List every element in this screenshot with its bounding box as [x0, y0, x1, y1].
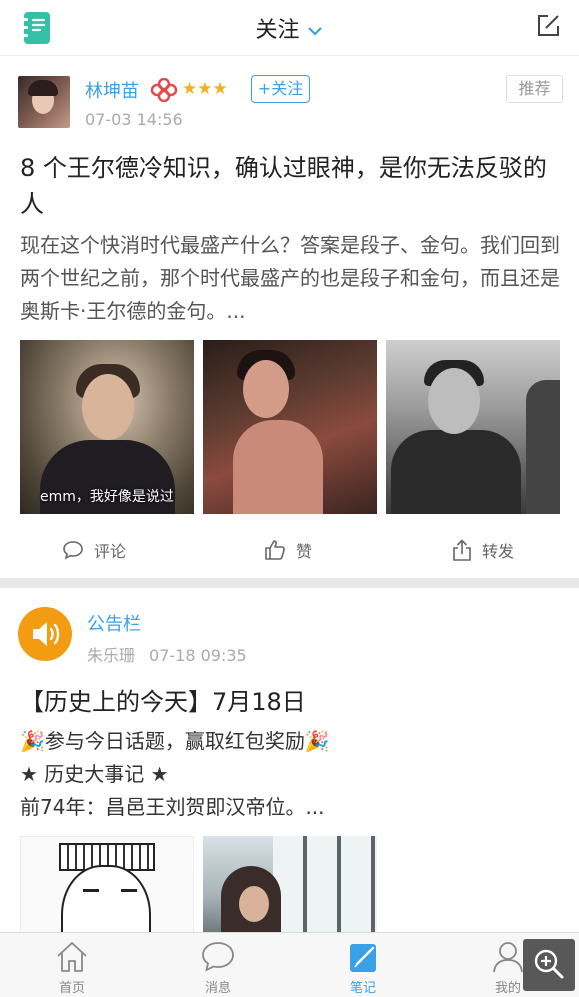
announcement-avatar[interactable] [18, 607, 72, 661]
recommend-button[interactable]: 推荐 [506, 75, 563, 103]
tab-label: 首页 [58, 981, 85, 996]
image-figure-head [82, 374, 134, 440]
note-icon [350, 944, 376, 972]
post-meta: 朱乐珊 07-18 09:35 [87, 642, 247, 666]
image-sketch-eye [83, 889, 99, 895]
sub-author[interactable]: 朱乐珊 [87, 646, 135, 665]
post-image-4[interactable] [20, 836, 194, 936]
speaker-icon [33, 622, 60, 646]
comment-icon [63, 541, 83, 560]
rating-stars: ★★★ [182, 79, 228, 99]
post-image-5[interactable] [203, 836, 377, 936]
home-icon [57, 942, 87, 972]
zoom-button[interactable] [523, 939, 575, 991]
image-figure-head [428, 368, 480, 434]
image-window [273, 836, 377, 936]
avatar-hair [28, 80, 58, 96]
post-excerpt[interactable]: 现在这个快消时代最盛产什么？答案是段子、金句。我们回到两个世纪之前，那个时代最盛… [20, 229, 565, 328]
post-time: 07-18 09:35 [149, 646, 247, 665]
tab-label: 我的 [494, 981, 521, 996]
tab-messages[interactable]: 消息 [178, 939, 258, 996]
post-time: 07-03 14:56 [85, 110, 183, 129]
flower-badge-icon [150, 78, 178, 102]
comment-button[interactable]: 评论 [62, 538, 126, 566]
edit-icon[interactable] [535, 13, 561, 39]
excerpt-line: 前74年：昌邑王刘贺即汉帝位。... [20, 795, 325, 819]
image-sketch-eye [121, 889, 137, 895]
like-button[interactable]: 赞 [264, 538, 312, 566]
chat-bubble-icon [202, 942, 234, 972]
tab-label: 笔记 [349, 981, 376, 996]
image-sketch-face [61, 865, 151, 935]
author-name[interactable]: 公告栏 [87, 610, 141, 636]
thumbs-up-icon [265, 540, 285, 560]
share-button[interactable]: 转发 [452, 538, 514, 566]
page-title: 关注 [255, 18, 300, 43]
post-excerpt[interactable]: 🎉参与今日话题，赢取红包奖励🎉 ★ 历史大事记 ★ 前74年：昌邑王刘贺即汉帝位… [20, 725, 565, 824]
avatar[interactable] [18, 76, 70, 128]
image-caption: emm，我好像是说过 [40, 489, 174, 505]
share-icon [453, 539, 471, 561]
like-label: 赞 [296, 542, 313, 561]
excerpt-line: ★ 历史大事记 ★ [20, 762, 169, 786]
share-label: 转发 [482, 542, 515, 561]
top-header: 关注 [0, 0, 579, 56]
section-divider [0, 578, 579, 588]
post-title[interactable]: 8 个王尔德冷知识，确认过眼神，是你无法反驳的人 [20, 150, 565, 222]
image-figure-background [526, 380, 560, 514]
chevron-down-icon [307, 27, 322, 36]
post-image-3[interactable] [386, 340, 560, 514]
excerpt-line: 🎉参与今日话题，赢取红包奖励🎉 [20, 729, 330, 753]
feed-selector[interactable]: 关注 [0, 12, 579, 44]
user-icon [493, 942, 523, 973]
post-title[interactable]: 【历史上的今天】7月18日 [20, 682, 306, 717]
post-image-2[interactable] [203, 340, 377, 514]
image-figure-body [233, 420, 323, 514]
zoom-in-icon [534, 949, 564, 979]
author-name[interactable]: 林坤苗 [85, 77, 139, 103]
tab-home[interactable]: 首页 [32, 939, 112, 996]
tab-label: 消息 [204, 981, 231, 996]
image-figure-head [243, 360, 289, 418]
tab-notes[interactable]: 笔记 [323, 939, 403, 996]
image-figure-shirt [391, 430, 521, 514]
follow-button[interactable]: +关注 [251, 75, 310, 103]
comment-label: 评论 [94, 542, 127, 561]
image-figure-head [239, 886, 269, 922]
post-actions: 评论 赞 转发 [0, 534, 579, 570]
bottom-tab-bar: 首页 消息 笔记 我的 [0, 932, 579, 997]
post-image-1[interactable]: emm，我好像是说过 [20, 340, 194, 514]
